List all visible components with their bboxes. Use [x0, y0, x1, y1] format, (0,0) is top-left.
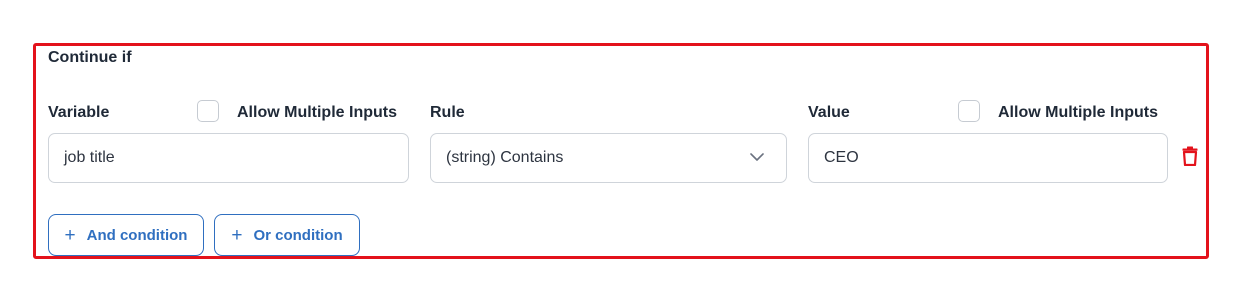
- rule-label: Rule: [430, 104, 465, 121]
- value-input-value: CEO: [824, 149, 859, 166]
- value-allow-multiple-checkbox[interactable]: [958, 100, 980, 122]
- or-condition-button[interactable]: + Or condition: [214, 214, 360, 256]
- section-title: Continue if: [48, 49, 132, 66]
- and-condition-button[interactable]: + And condition: [48, 214, 204, 256]
- rule-select[interactable]: (string) Contains: [430, 133, 787, 183]
- variable-input[interactable]: job title: [48, 133, 409, 183]
- plus-icon: +: [231, 224, 243, 246]
- variable-allow-multiple-checkbox[interactable]: [197, 100, 219, 122]
- variable-label: Variable: [48, 104, 110, 121]
- trash-icon[interactable]: [1182, 146, 1198, 166]
- variable-input-value: job title: [64, 149, 115, 166]
- value-input[interactable]: CEO: [808, 133, 1168, 183]
- plus-icon: +: [64, 224, 76, 246]
- value-allow-multiple-label: Allow Multiple Inputs: [998, 104, 1158, 121]
- rule-select-value: (string) Contains: [446, 149, 564, 166]
- or-condition-label: Or condition: [253, 226, 343, 244]
- value-label: Value: [808, 104, 850, 121]
- chevron-down-icon: [750, 153, 764, 161]
- and-condition-label: And condition: [86, 226, 188, 244]
- variable-allow-multiple-label: Allow Multiple Inputs: [237, 104, 397, 121]
